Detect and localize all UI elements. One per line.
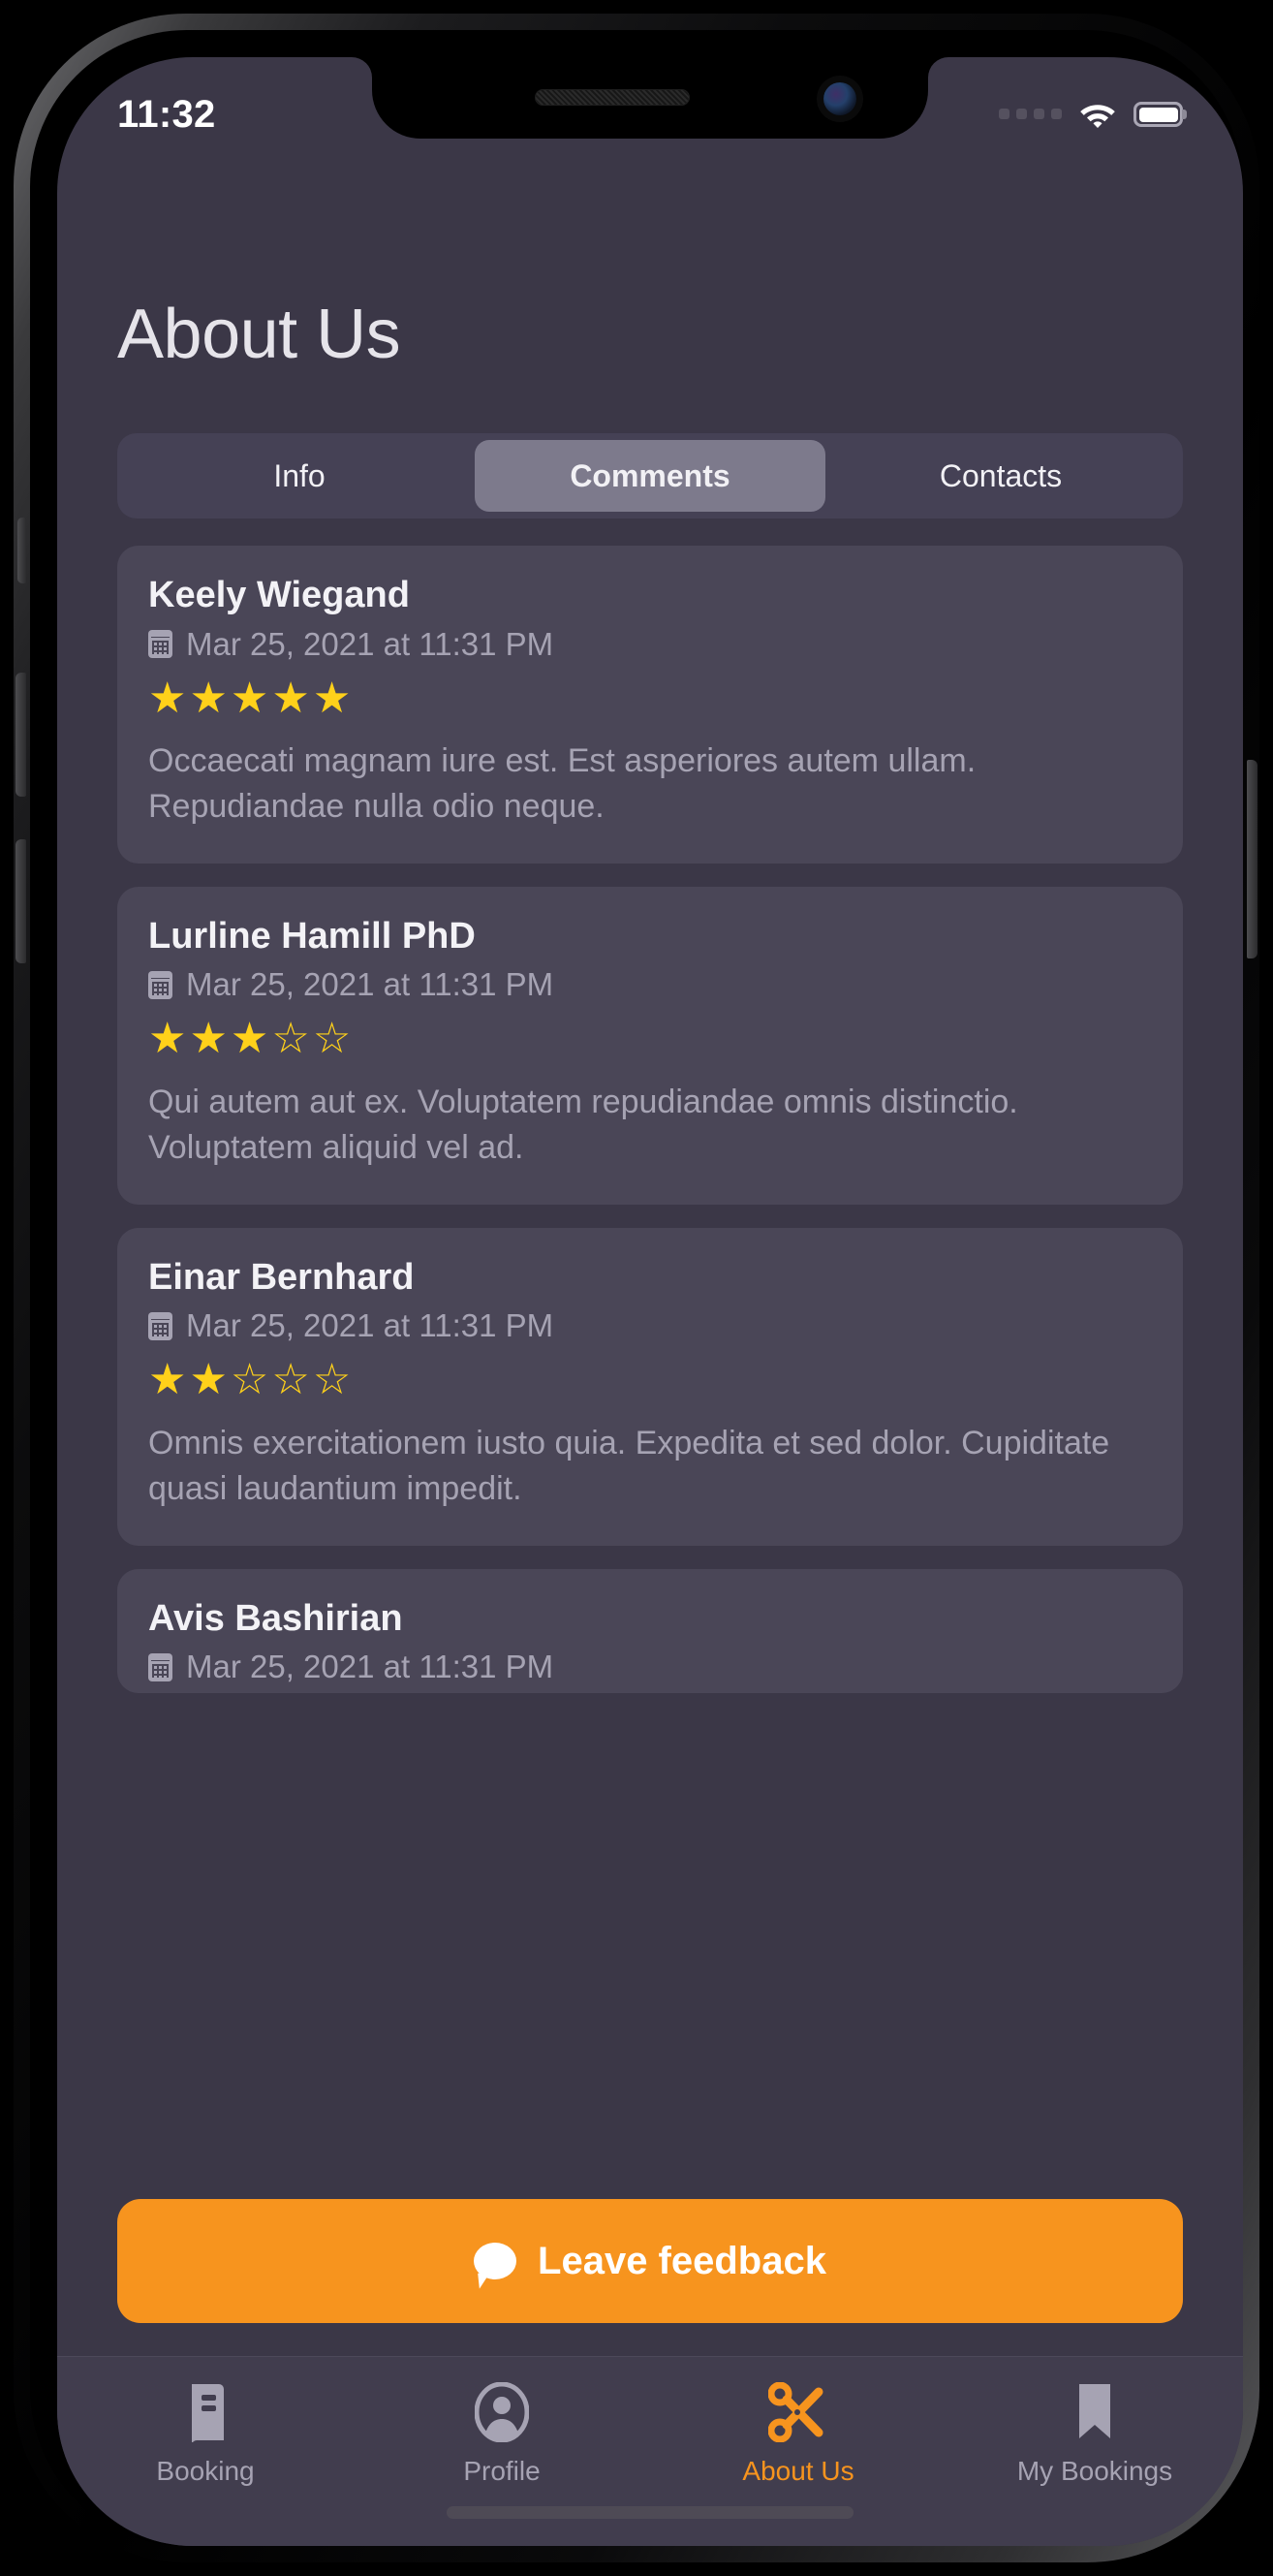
calendar-icon — [148, 1311, 172, 1340]
tab-bar-label-profile: Profile — [463, 2456, 541, 2486]
tab-bar-item-about-us[interactable]: About Us — [650, 2382, 947, 2487]
review-date-row: Mar 25, 2021 at 11:31 PM — [148, 1307, 1152, 1344]
phone-frame: 11:32 About Us Info Comments Contacts Ke… — [14, 14, 1259, 2562]
star-icon: ☆ — [271, 1356, 311, 1404]
star-icon: ★ — [189, 674, 229, 722]
star-icon: ★ — [189, 1356, 229, 1404]
rating-stars: ★ ★ ☆ ☆ ☆ — [148, 1358, 1152, 1402]
star-icon: ★ — [312, 674, 353, 722]
notch — [372, 57, 928, 139]
tab-bar-label-booking: Booking — [156, 2456, 255, 2486]
status-bar-clock: 11:32 — [117, 92, 216, 136]
star-icon: ★ — [230, 674, 270, 722]
star-icon: ★ — [189, 1015, 229, 1063]
book-icon — [180, 2382, 231, 2442]
tab-bar-item-profile[interactable]: Profile — [354, 2382, 650, 2487]
person-circle-icon — [475, 2382, 529, 2442]
front-camera-icon — [823, 82, 856, 115]
phone-screen: 11:32 About Us Info Comments Contacts Ke… — [57, 57, 1243, 2546]
earpiece-speaker-icon — [535, 89, 690, 106]
calendar-icon — [148, 1652, 172, 1681]
volume-down-button[interactable] — [16, 839, 26, 963]
tab-bar-item-my-bookings[interactable]: My Bookings — [947, 2382, 1243, 2487]
star-icon: ☆ — [312, 1356, 353, 1404]
review-date: Mar 25, 2021 at 11:31 PM — [186, 1307, 554, 1344]
star-icon: ★ — [148, 1015, 188, 1063]
review-text: Qui autem aut ex. Voluptatem repudiandae… — [148, 1083, 1018, 1167]
review-card[interactable]: Einar Bernhard Mar 25, 2021 at 11:31 PM … — [117, 1227, 1183, 1546]
volume-up-button[interactable] — [16, 673, 26, 797]
star-icon: ☆ — [312, 1015, 353, 1063]
star-icon: ☆ — [230, 1356, 270, 1404]
review-text: Occaecati magnam iure est. Est asperiore… — [148, 741, 977, 826]
wifi-icon — [1078, 101, 1117, 129]
status-bar-indicators — [999, 101, 1183, 129]
screenshot-root: 11:32 About Us Info Comments Contacts Ke… — [0, 0, 1273, 2576]
tab-comments[interactable]: Comments — [475, 440, 825, 512]
star-icon: ★ — [148, 674, 188, 722]
scissors-icon — [768, 2382, 828, 2442]
star-icon: ☆ — [271, 1015, 311, 1063]
review-card[interactable]: Lurline Hamill PhD Mar 25, 2021 at 11:31… — [117, 886, 1183, 1205]
review-date-row: Mar 25, 2021 at 11:31 PM — [148, 1649, 1152, 1685]
reviewer-name: Einar Bernhard — [148, 1256, 415, 1298]
tab-contacts[interactable]: Contacts — [825, 440, 1176, 512]
signal-dots-icon — [999, 108, 1062, 121]
leave-feedback-label: Leave feedback — [538, 2239, 826, 2282]
tab-bar-item-booking[interactable]: Booking — [57, 2382, 354, 2487]
leave-feedback-button[interactable]: Leave feedback — [117, 2199, 1183, 2323]
segmented-control[interactable]: Info Comments Contacts — [117, 433, 1183, 518]
app-content: About Us Info Comments Contacts Keely Wi… — [57, 57, 1243, 2546]
battery-full-icon — [1133, 102, 1183, 127]
review-card[interactable]: Keely Wiegand Mar 25, 2021 at 11:31 PM ★… — [117, 546, 1183, 864]
star-icon: ★ — [230, 1015, 270, 1063]
review-date: Mar 25, 2021 at 11:31 PM — [186, 625, 554, 662]
reviewer-name: Avis Bashirian — [148, 1597, 403, 1639]
bookmark-icon — [1073, 2382, 1116, 2442]
feedback-zone: Leave feedback — [57, 2174, 1243, 2356]
home-indicator[interactable] — [447, 2506, 854, 2519]
calendar-icon — [148, 630, 172, 659]
silent-switch[interactable] — [17, 518, 26, 583]
review-card[interactable]: Avis Bashirian Mar 25, 2021 at 11:31 PM — [117, 1568, 1183, 1693]
review-date: Mar 25, 2021 at 11:31 PM — [186, 966, 554, 1003]
review-date: Mar 25, 2021 at 11:31 PM — [186, 1649, 554, 1685]
review-date-row: Mar 25, 2021 at 11:31 PM — [148, 626, 1152, 663]
speech-bubble-icon — [474, 2243, 517, 2279]
page-title: About Us — [117, 296, 401, 373]
star-icon: ★ — [271, 674, 311, 722]
review-text: Omnis exercitationem iusto quia. Expedit… — [148, 1424, 1110, 1508]
power-button[interactable] — [1247, 760, 1257, 958]
calendar-icon — [148, 970, 172, 999]
tab-bar-label-my-bookings: My Bookings — [1016, 2456, 1173, 2486]
reviewer-name: Keely Wiegand — [148, 575, 410, 615]
tab-info[interactable]: Info — [124, 440, 475, 512]
tab-bar-label-about-us: About Us — [742, 2456, 854, 2486]
reviewer-name: Lurline Hamill PhD — [148, 915, 476, 957]
star-icon: ★ — [148, 1356, 188, 1404]
rating-stars: ★ ★ ★ ☆ ☆ — [148, 1017, 1152, 1061]
review-date-row: Mar 25, 2021 at 11:31 PM — [148, 966, 1152, 1003]
review-list[interactable]: Keely Wiegand Mar 25, 2021 at 11:31 PM ★… — [117, 546, 1183, 2174]
rating-stars: ★ ★ ★ ★ ★ — [148, 674, 1152, 722]
